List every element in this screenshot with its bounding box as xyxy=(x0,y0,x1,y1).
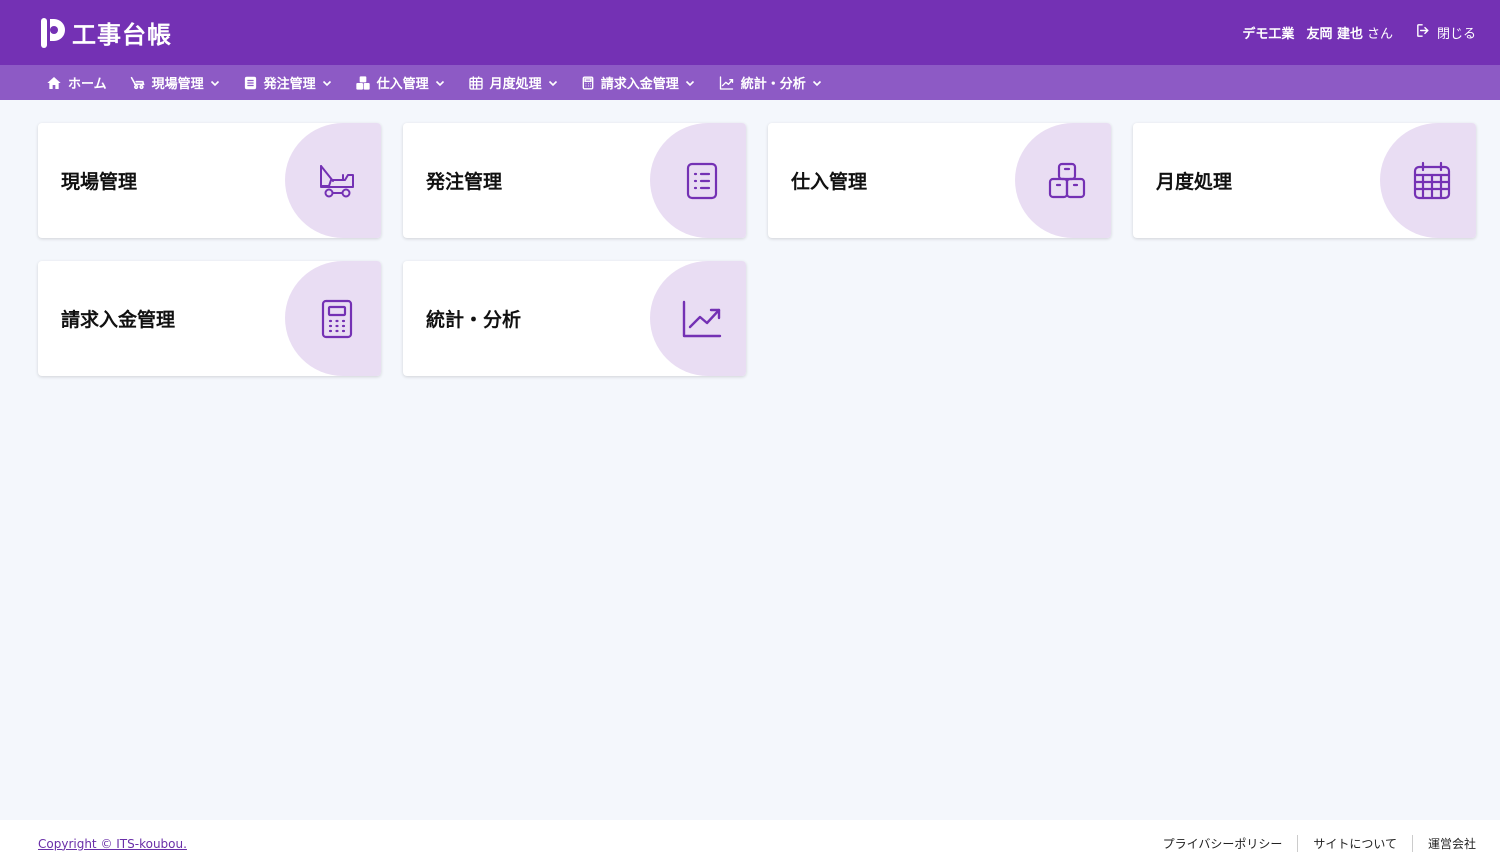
card-label: 統計・分析 xyxy=(426,309,522,331)
card-site-management[interactable]: 現場管理 xyxy=(38,123,381,238)
home-icon xyxy=(46,75,62,91)
logout-icon xyxy=(1415,22,1432,43)
copyright-link[interactable]: Copyright © ITS-koubou. xyxy=(38,837,187,851)
card-purchase-management[interactable]: 仕入管理 xyxy=(768,123,1111,238)
chevron-down-icon xyxy=(811,77,823,89)
footer: Copyright © ITS-koubou. プライバシーポリシー サイトにつ… xyxy=(0,820,1500,867)
chevron-down-icon xyxy=(684,77,696,89)
chevron-down-icon xyxy=(321,77,333,89)
nav-item-purchase[interactable]: 仕入管理 xyxy=(355,73,446,92)
chart-icon xyxy=(718,75,735,91)
nav-label: ホーム xyxy=(68,77,107,92)
nav-label: 月度処理 xyxy=(489,77,542,92)
card-icon-bubble xyxy=(285,123,381,238)
app-logo-icon xyxy=(40,17,66,49)
nav-label: 発注管理 xyxy=(263,77,316,92)
user-suffix: さん xyxy=(1366,27,1393,42)
nav-label: 統計・分析 xyxy=(740,77,806,92)
nav-label: 請求入金管理 xyxy=(600,77,679,92)
close-label: 閉じる xyxy=(1436,27,1476,42)
nav-item-billing[interactable]: 請求入金管理 xyxy=(581,73,696,92)
card-icon-bubble xyxy=(650,261,746,376)
privacy-policy-link[interactable]: プライバシーポリシー xyxy=(1148,835,1298,852)
nav-item-home[interactable]: ホーム xyxy=(46,73,107,92)
card-icon-bubble xyxy=(650,123,746,238)
card-icon-bubble xyxy=(1015,123,1111,238)
nav-item-order[interactable]: 発注管理 xyxy=(243,73,333,92)
card-label: 発注管理 xyxy=(426,171,503,193)
user-name: 友岡 建也 xyxy=(1306,27,1363,42)
top-header: 工事台帳 デモ工業 友岡 建也 さん 閉じる xyxy=(0,0,1500,65)
chevron-down-icon xyxy=(209,77,221,89)
operating-company-link[interactable]: 運営会社 xyxy=(1411,835,1476,852)
close-button[interactable]: 閉じる xyxy=(1415,22,1476,43)
calendar-icon xyxy=(1404,161,1452,201)
calendar-icon xyxy=(468,75,484,91)
card-label: 月度処理 xyxy=(1156,171,1233,193)
card-billing-management[interactable]: 請求入金管理 xyxy=(38,261,381,376)
list-icon xyxy=(676,161,720,201)
excavator-icon xyxy=(309,161,357,201)
chevron-down-icon xyxy=(547,77,559,89)
brand[interactable]: 工事台帳 xyxy=(40,15,172,50)
chevron-down-icon xyxy=(434,77,446,89)
nav-label: 現場管理 xyxy=(151,77,204,92)
card-label: 現場管理 xyxy=(61,171,138,193)
card-statistics-analysis[interactable]: 統計・分析 xyxy=(403,261,746,376)
user-area: デモ工業 友岡 建也 さん 閉じる xyxy=(1242,22,1476,43)
app-title: 工事台帳 xyxy=(72,21,172,49)
calculator-icon xyxy=(312,299,354,339)
footer-links: プライバシーポリシー サイトについて 運営会社 xyxy=(1148,835,1476,852)
chart-icon xyxy=(673,299,723,339)
main-nav: ホーム 現場管理 発注管理 仕入管理 月度処理 請求入金管理 統計・分析 xyxy=(0,65,1500,100)
card-icon-bubble xyxy=(285,261,381,376)
card-monthly-processing[interactable]: 月度処理 xyxy=(1133,123,1476,238)
nav-item-monthly[interactable]: 月度処理 xyxy=(468,73,559,92)
nav-item-site[interactable]: 現場管理 xyxy=(129,73,221,92)
about-site-link[interactable]: サイトについて xyxy=(1297,835,1412,852)
nav-item-stats[interactable]: 統計・分析 xyxy=(718,73,823,92)
calculator-icon xyxy=(581,75,595,91)
company-name: デモ工業 xyxy=(1242,27,1295,42)
card-order-management[interactable]: 発注管理 xyxy=(403,123,746,238)
card-label: 請求入金管理 xyxy=(61,309,176,331)
nav-label: 仕入管理 xyxy=(376,77,429,92)
boxes-icon xyxy=(355,75,371,91)
card-label: 仕入管理 xyxy=(791,171,868,193)
card-icon-bubble xyxy=(1380,123,1476,238)
list-icon xyxy=(243,75,258,91)
excavator-icon xyxy=(129,75,146,91)
boxes-icon xyxy=(1039,161,1087,201)
